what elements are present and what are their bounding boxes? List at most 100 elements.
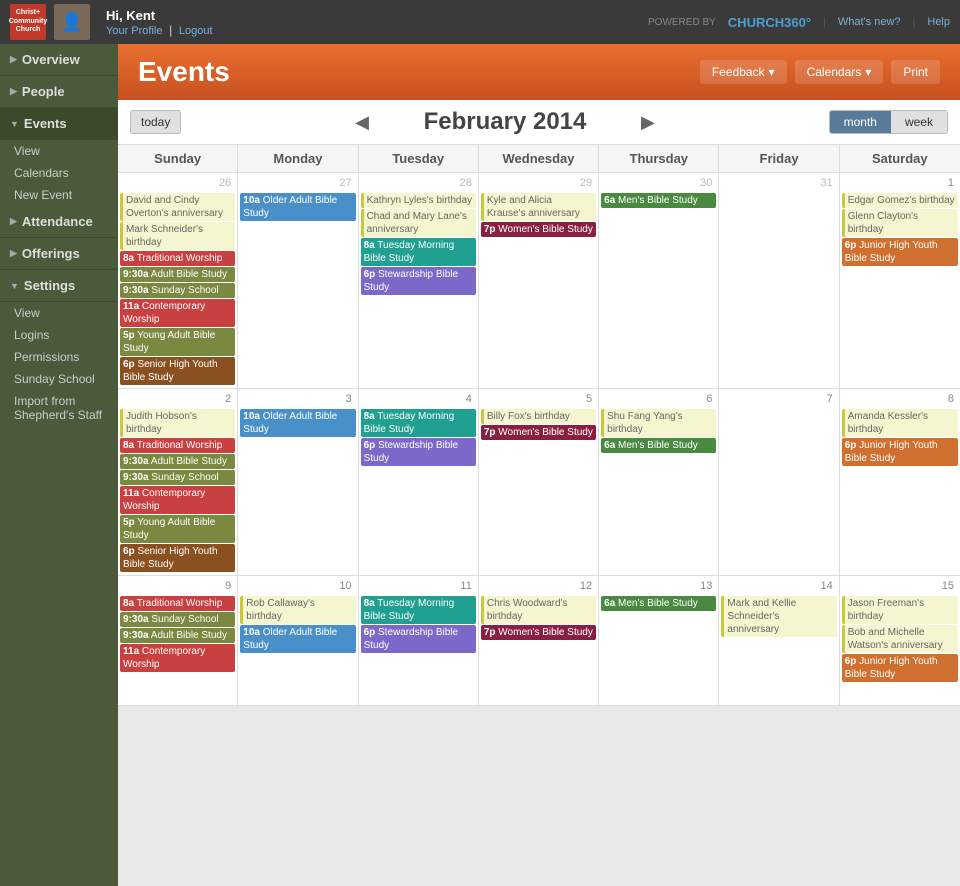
sidebar-settings-view[interactable]: View <box>0 302 118 324</box>
event-pill[interactable]: 7p Women's Bible Study <box>481 625 596 640</box>
sidebar-item-offerings[interactable]: ▶ Offerings <box>0 238 118 270</box>
event-pill[interactable]: 6p Stewardship Bible Study <box>361 267 476 295</box>
help-link[interactable]: Help <box>927 16 950 28</box>
event-pill[interactable]: 8a Tuesday Morning Bible Study <box>361 596 476 624</box>
calendar-cell[interactable]: 14Mark and Kellie Schneider's anniversar… <box>719 576 839 705</box>
event-pill[interactable]: 5p Young Adult Bible Study <box>120 515 235 543</box>
calendar-cell[interactable]: 306a Men's Bible Study <box>599 173 719 388</box>
event-pill[interactable]: Mark Schneider's birthday <box>120 222 235 250</box>
calendar-cell[interactable]: 29Kyle and Alicia Krause's anniversary7p… <box>479 173 599 388</box>
calendar-cell[interactable]: 48a Tuesday Morning Bible Study6p Stewar… <box>359 389 479 575</box>
sidebar-settings-sunday-school[interactable]: Sunday School <box>0 368 118 390</box>
event-pill[interactable]: 10a Older Adult Bible Study <box>240 409 355 437</box>
event-pill[interactable]: 8a Tuesday Morning Bible Study <box>361 409 476 437</box>
calendar-cell[interactable]: 136a Men's Bible Study <box>599 576 719 705</box>
calendars-button[interactable]: Calendars ▾ <box>795 60 884 84</box>
event-pill[interactable]: 9:30a Adult Bible Study <box>120 628 235 643</box>
calendar-cell[interactable]: 12Chris Woodward's birthday7p Women's Bi… <box>479 576 599 705</box>
event-pill[interactable]: 11a Contemporary Worship <box>120 486 235 514</box>
prev-month-button[interactable]: ◀ <box>347 112 377 133</box>
calendar-cell[interactable]: 15Jason Freeman's birthdayBob and Michel… <box>840 576 960 705</box>
sidebar-events-calendars[interactable]: Calendars <box>0 162 118 184</box>
church360-logo: CHURCH360° <box>728 15 811 30</box>
sidebar-events-view[interactable]: View <box>0 140 118 162</box>
event-pill[interactable]: 9:30a Sunday School <box>120 612 235 627</box>
event-pill[interactable]: Kathryn Lyles's birthday <box>361 193 476 208</box>
calendar-cell[interactable]: 7 <box>719 389 839 575</box>
event-pill[interactable]: Billy Fox's birthday <box>481 409 596 424</box>
calendar-cell[interactable]: 5Billy Fox's birthday7p Women's Bible St… <box>479 389 599 575</box>
event-pill[interactable]: Shu Fang Yang's birthday <box>601 409 716 437</box>
event-pill[interactable]: Chris Woodward's birthday <box>481 596 596 624</box>
event-pill[interactable]: 6a Men's Bible Study <box>601 193 716 208</box>
event-pill[interactable]: 5p Young Adult Bible Study <box>120 328 235 356</box>
event-pill[interactable]: 8a Traditional Worship <box>120 596 235 611</box>
sidebar-events-new-event[interactable]: New Event <box>0 184 118 206</box>
calendar-cell[interactable]: 118a Tuesday Morning Bible Study6p Stewa… <box>359 576 479 705</box>
event-pill[interactable]: 10a Older Adult Bible Study <box>240 193 355 221</box>
event-pill[interactable]: 6p Junior High Youth Bible Study <box>842 238 958 266</box>
event-pill[interactable]: David and Cindy Overton's anniversary <box>120 193 235 221</box>
event-pill[interactable]: Amanda Kessler's birthday <box>842 409 958 437</box>
event-pill[interactable]: 9:30a Adult Bible Study <box>120 454 235 469</box>
calendar-cell[interactable]: 10Rob Callaway's birthday10a Older Adult… <box>238 576 358 705</box>
week-view-button[interactable]: week <box>891 111 947 133</box>
sidebar-item-overview[interactable]: ▶ Overview <box>0 44 118 76</box>
event-pill[interactable]: 8a Traditional Worship <box>120 251 235 266</box>
feedback-button[interactable]: Feedback ▾ <box>700 60 787 84</box>
event-pill[interactable]: Chad and Mary Lane's anniversary <box>361 209 476 237</box>
event-pill[interactable]: Edgar Gomez's birthday <box>842 193 958 208</box>
print-button[interactable]: Print <box>891 60 940 84</box>
logout-link[interactable]: Logout <box>179 25 213 37</box>
event-pill[interactable]: 6a Men's Bible Study <box>601 438 716 453</box>
event-pill[interactable]: 6p Senior High Youth Bible Study <box>120 544 235 572</box>
whats-new-link[interactable]: What's new? <box>838 16 901 28</box>
event-pill[interactable]: Rob Callaway's birthday <box>240 596 355 624</box>
powered-by-text: POWERED BY <box>648 17 716 28</box>
event-pill[interactable]: 6p Junior High Youth Bible Study <box>842 654 958 682</box>
event-pill[interactable]: 6p Senior High Youth Bible Study <box>120 357 235 385</box>
event-pill[interactable]: 7p Women's Bible Study <box>481 222 596 237</box>
event-pill[interactable]: Judith Hobson's birthday <box>120 409 235 437</box>
event-pill[interactable]: 6a Men's Bible Study <box>601 596 716 611</box>
event-pill[interactable]: 7p Women's Bible Study <box>481 425 596 440</box>
sidebar-settings-logins[interactable]: Logins <box>0 324 118 346</box>
profile-link[interactable]: Your Profile <box>106 25 162 37</box>
event-pill[interactable]: Mark and Kellie Schneider's anniversary <box>721 596 836 637</box>
calendar-cell[interactable]: 2710a Older Adult Bible Study <box>238 173 358 388</box>
sidebar-item-events[interactable]: ▼ Events <box>0 108 118 140</box>
calendar-cell[interactable]: 28Kathryn Lyles's birthdayChad and Mary … <box>359 173 479 388</box>
calendar-cell[interactable]: 6Shu Fang Yang's birthday6a Men's Bible … <box>599 389 719 575</box>
sidebar-item-attendance[interactable]: ▶ Attendance <box>0 206 118 238</box>
sidebar-settings-permissions[interactable]: Permissions <box>0 346 118 368</box>
event-pill[interactable]: Jason Freeman's birthday <box>842 596 958 624</box>
event-pill[interactable]: 6p Junior High Youth Bible Study <box>842 438 958 466</box>
month-view-button[interactable]: month <box>830 111 891 133</box>
event-pill[interactable]: 9:30a Sunday School <box>120 470 235 485</box>
calendar-cell[interactable]: 26David and Cindy Overton's anniversaryM… <box>118 173 238 388</box>
calendar-cell[interactable]: 310a Older Adult Bible Study <box>238 389 358 575</box>
calendar-cell[interactable]: 8Amanda Kessler's birthday6p Junior High… <box>840 389 960 575</box>
event-pill[interactable]: 9:30a Sunday School <box>120 283 235 298</box>
calendar-cell[interactable]: 98a Traditional Worship9:30a Sunday Scho… <box>118 576 238 705</box>
event-pill[interactable]: Bob and Michelle Watson's anniversary <box>842 625 958 653</box>
event-pill[interactable]: Glenn Clayton's birthday <box>842 209 958 237</box>
calendar-cell[interactable]: 31 <box>719 173 839 388</box>
event-pill[interactable]: 6p Stewardship Bible Study <box>361 438 476 466</box>
next-month-button[interactable]: ▶ <box>633 112 663 133</box>
event-pill[interactable]: 9:30a Adult Bible Study <box>120 267 235 282</box>
calendar-toolbar: today ◀ February 2014 ▶ month week <box>118 100 960 145</box>
sidebar-item-people[interactable]: ▶ People <box>0 76 118 108</box>
event-pill[interactable]: Kyle and Alicia Krause's anniversary <box>481 193 596 221</box>
sidebar-item-settings[interactable]: ▼ Settings <box>0 270 118 302</box>
event-pill[interactable]: 8a Traditional Worship <box>120 438 235 453</box>
calendar-cell[interactable]: 1Edgar Gomez's birthdayGlenn Clayton's b… <box>840 173 960 388</box>
event-pill[interactable]: 8a Tuesday Morning Bible Study <box>361 238 476 266</box>
calendar-cell[interactable]: 2Judith Hobson's birthday8a Traditional … <box>118 389 238 575</box>
event-pill[interactable]: 10a Older Adult Bible Study <box>240 625 355 653</box>
event-pill[interactable]: 11a Contemporary Worship <box>120 644 235 672</box>
event-pill[interactable]: 6p Stewardship Bible Study <box>361 625 476 653</box>
today-button[interactable]: today <box>130 110 181 134</box>
event-pill[interactable]: 11a Contemporary Worship <box>120 299 235 327</box>
sidebar-settings-import[interactable]: Import from Shepherd's Staff <box>0 390 118 426</box>
